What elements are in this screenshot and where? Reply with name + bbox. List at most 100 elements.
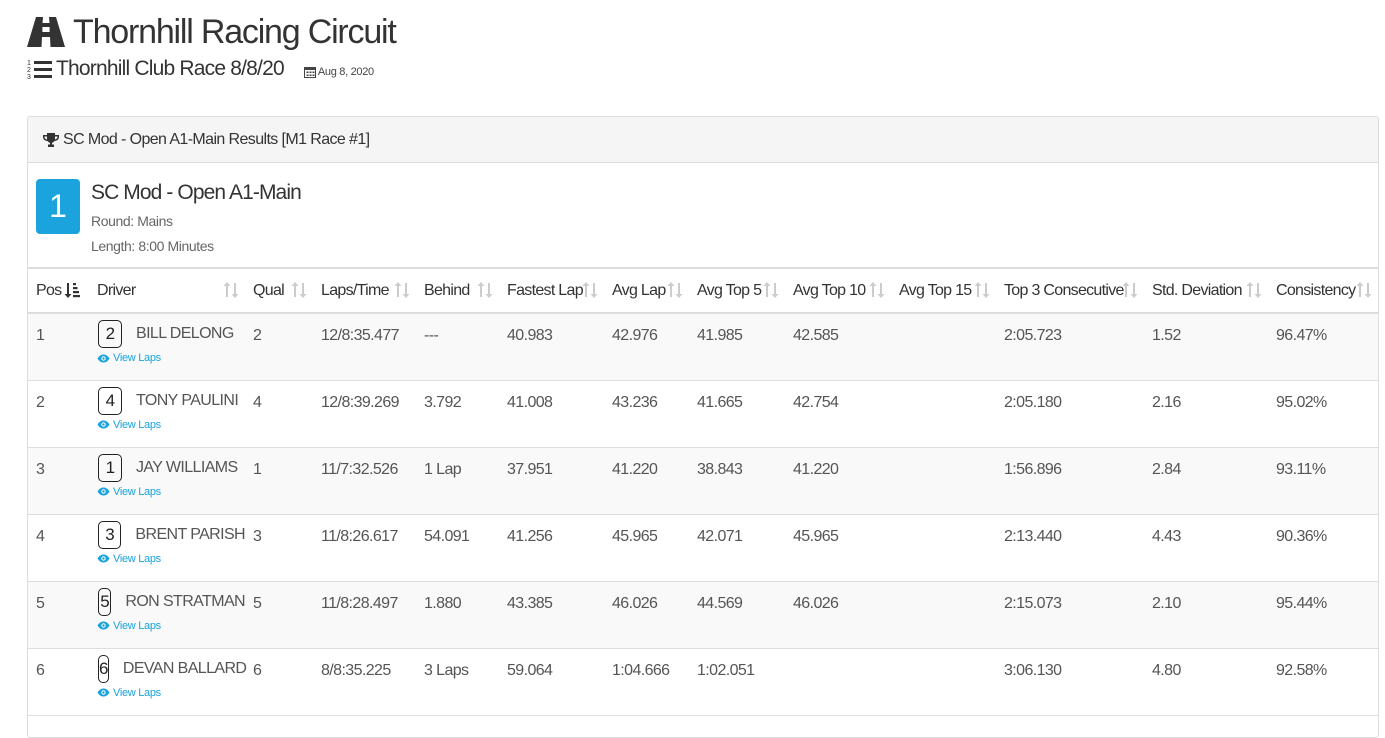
column-header-pos[interactable]: Pos [28, 267, 89, 314]
view-laps-link[interactable]: View Laps [97, 419, 245, 431]
sort-icon[interactable] [667, 282, 683, 298]
column-header-laps-time[interactable]: Laps/Time [313, 267, 416, 314]
avg-top-5-cell: 42.071 [689, 514, 785, 582]
column-header-avg-top-5[interactable]: Avg Top 5 [689, 267, 785, 314]
top-3-consecutive-cell: 2:15.073 [996, 581, 1144, 649]
pos-cell: 3 [28, 447, 89, 515]
driver-cell: 5 RON STRATMAN View Laps [89, 581, 246, 649]
driver-info: 6 DEVAN BALLARD [97, 654, 247, 683]
sort-icon[interactable] [394, 282, 410, 298]
avg-top-5-cell: 41.985 [689, 313, 785, 381]
avg-lap-value: 1:04.666 [612, 661, 670, 679]
driver-name: BILL DELONG [136, 325, 234, 342]
view-laps-link[interactable]: View Laps [97, 352, 245, 364]
column-header-qual[interactable]: Qual [245, 267, 313, 314]
table-row: 6 6 DEVAN BALLARD View Laps 6 8/8:35.225 3 Lap… [28, 648, 1378, 716]
qual-value: 3 [253, 527, 262, 545]
avg-top-5-value: 38.843 [697, 460, 743, 478]
avg-top-15-cell [891, 313, 996, 381]
fastest-lap-value: 37.951 [507, 460, 553, 478]
avg-lap-value: 43.236 [612, 393, 658, 411]
consistency-cell: 93.11% [1268, 447, 1378, 515]
table-row: 2 4 TONY PAULINI View Laps 4 12/8:39.269 3.792… [28, 380, 1378, 448]
eye-icon [97, 420, 110, 429]
track-name: Thornhill Racing Circuit [73, 12, 397, 51]
column-header-fastest-lap[interactable]: Fastest Lap [499, 267, 604, 314]
behind-value: 1 Lap [424, 460, 462, 478]
consistency-value: 92.58% [1276, 661, 1327, 679]
sort-icon[interactable] [291, 282, 307, 298]
svg-text:1: 1 [27, 60, 31, 67]
column-header-std-deviation[interactable]: Std. Deviation [1144, 267, 1268, 314]
column-header-avg-top-15[interactable]: Avg Top 15 [891, 267, 996, 314]
avg-top-10-cell: 45.965 [785, 514, 891, 582]
avg-top-5-cell: 1:02.051 [689, 648, 785, 716]
driver-cell: 6 DEVAN BALLARD View Laps [89, 648, 247, 716]
view-laps-link[interactable]: View Laps [97, 620, 245, 632]
std-deviation-cell: 1.52 [1144, 313, 1268, 381]
driver-cell: 3 BRENT PARISH View Laps [89, 514, 246, 582]
fastest-lap-cell: 41.256 [499, 514, 604, 582]
sort-icon[interactable] [1356, 282, 1372, 298]
sort-icon[interactable] [763, 282, 779, 298]
view-laps-link[interactable]: View Laps [97, 486, 245, 498]
pos-value: 4 [36, 527, 45, 545]
std-deviation-cell: 2.84 [1144, 447, 1268, 515]
driver-info: 1 JAY WILLIAMS [97, 453, 245, 482]
laps-time-cell: 11/8:26.617 [313, 514, 416, 582]
column-header-label: Consistency [1276, 281, 1356, 299]
view-laps-link[interactable]: View Laps [97, 553, 245, 565]
sort-icon[interactable] [869, 282, 885, 298]
std-deviation-value: 1.52 [1152, 327, 1181, 344]
calendar-icon [303, 67, 316, 78]
sort-icon[interactable] [223, 282, 239, 298]
view-laps-link[interactable]: View Laps [97, 687, 245, 699]
column-header-label: Avg Top 10 [793, 281, 866, 299]
laps-time-cell: 8/8:35.225 [313, 648, 416, 716]
top-3-consecutive-cell: 1:56.896 [996, 447, 1144, 515]
fastest-lap-cell: 40.983 [499, 313, 604, 381]
avg-lap-cell: 46.026 [604, 581, 689, 649]
race-name: SC Mod - Open A1-Main [91, 181, 302, 204]
event-date: Aug 8, 2020 [317, 66, 374, 78]
qual-value: 4 [253, 393, 262, 411]
column-header-avg-top-10[interactable]: Avg Top 10 [785, 267, 891, 314]
pos-cell: 6 [28, 648, 89, 716]
column-header-avg-lap[interactable]: Avg Lap [604, 267, 689, 314]
table-header-row: Pos Driver Qual Laps/Time Behind Fastest Lap A… [28, 267, 1378, 314]
avg-top-10-cell: 42.754 [785, 380, 891, 448]
column-header-consistency[interactable]: Consistency [1268, 267, 1378, 314]
avg-top-10-cell: 42.585 [785, 313, 891, 381]
fastest-lap-value: 43.385 [507, 594, 553, 612]
sort-icon[interactable] [1122, 282, 1138, 298]
column-header-label: Fastest Lap [507, 281, 584, 299]
sort-icon[interactable] [1246, 282, 1262, 298]
top-3-consecutive-value: 2:13.440 [1004, 527, 1062, 545]
column-header-top-3-consecutive[interactable]: Top 3 Consecutive [996, 267, 1144, 314]
sort-amount-asc-icon[interactable] [64, 282, 80, 298]
eye-icon [97, 487, 110, 496]
driver-info: 3 BRENT PARISH [97, 520, 246, 549]
driver-cell: 4 TONY PAULINI View Laps [89, 380, 245, 448]
top-3-consecutive-value: 1:56.896 [1004, 460, 1062, 478]
avg-top-5-value: 42.071 [697, 527, 743, 545]
car-number-badge: 6 [98, 654, 109, 683]
sort-icon[interactable] [477, 282, 493, 298]
sort-icon[interactable] [974, 282, 990, 298]
behind-value: --- [424, 327, 439, 344]
std-deviation-cell: 2.10 [1144, 581, 1268, 649]
laps-time-cell: 12/8:39.269 [313, 380, 416, 448]
sort-icon[interactable] [582, 282, 598, 298]
behind-value: 3 Laps [424, 661, 469, 679]
driver-name: TONY PAULINI [136, 391, 239, 409]
fastest-lap-value: 41.008 [507, 393, 553, 411]
top-3-consecutive-value: 2:05.180 [1004, 393, 1062, 411]
column-header-behind[interactable]: Behind [416, 267, 499, 314]
qual-value: 1 [253, 460, 262, 478]
std-deviation-cell: 4.43 [1144, 514, 1268, 582]
driver-name: BRENT PARISH [135, 525, 245, 543]
column-header-driver[interactable]: Driver [89, 267, 245, 314]
behind-value: 1.880 [424, 594, 462, 612]
driver-cell: 2 BILL DELONG View Laps [89, 313, 245, 381]
driver-info: 2 BILL DELONG [97, 320, 245, 348]
